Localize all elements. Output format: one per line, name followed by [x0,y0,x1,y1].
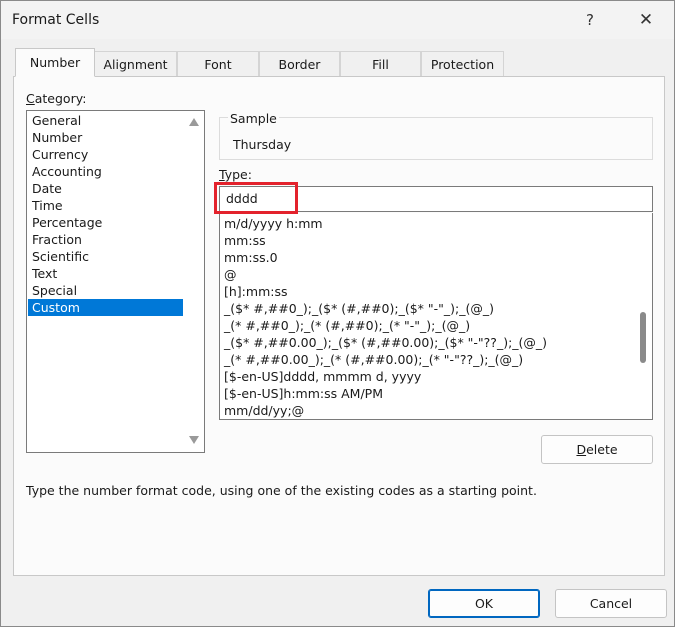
category-scrollbar[interactable] [184,111,204,452]
category-item-custom[interactable]: Custom [28,299,183,316]
category-item-currency[interactable]: Currency [28,146,183,163]
title-bar: Format Cells ? ✕ [1,1,674,39]
type-list-item[interactable]: [$-en-US]dddd, mmmm d, yyyy [224,368,421,385]
category-item-fraction[interactable]: Fraction [28,231,183,248]
tab-alignment[interactable]: Alignment [94,51,177,76]
scroll-down-icon[interactable] [189,436,199,444]
category-item-number[interactable]: Number [28,129,183,146]
type-list-item[interactable]: m/d/yyyy h:mm [224,215,323,232]
cancel-button[interactable]: Cancel [555,589,667,618]
help-button[interactable]: ? [567,6,613,34]
type-list-item[interactable]: mm:ss [224,232,266,249]
category-item-time[interactable]: Time [28,197,183,214]
type-list-item[interactable]: [$-en-US]h:mm:ss AM/PM [224,385,383,402]
format-cells-dialog: Format Cells ? ✕ Number Alignment Font Bord… [0,0,675,627]
type-input-highlight [214,182,298,214]
type-list-item[interactable]: _(* #,##0_);_(* (#,##0);_(* "-"_);_(@_) [224,317,470,334]
category-item-percentage[interactable]: Percentage [28,214,183,231]
type-list-item[interactable]: mm/dd/yy;@ [224,402,304,419]
type-list-scroll-thumb[interactable] [640,312,646,363]
category-item-accounting[interactable]: Accounting [28,163,183,180]
type-list-item[interactable]: _($* #,##0.00_);_($* (#,##0.00);_($* "-"… [224,334,547,351]
tab-fill[interactable]: Fill [340,51,421,76]
ok-button[interactable]: OK [428,589,540,618]
type-list-item[interactable]: mm:ss.0 [224,249,278,266]
tab-border[interactable]: Border [259,51,340,76]
type-label: Type: [219,167,252,182]
category-item-scientific[interactable]: Scientific [28,248,183,265]
category-item-special[interactable]: Special [28,282,183,299]
tab-font[interactable]: Font [177,51,259,76]
tab-number[interactable]: Number [15,48,95,77]
type-list-item[interactable]: _(* #,##0.00_);_(* (#,##0.00);_(* "-"??_… [224,351,523,368]
delete-button[interactable]: Delete [541,435,653,464]
category-item-text[interactable]: Text [28,265,183,282]
category-listbox[interactable]: General Number Currency Accounting Date Time P… [26,110,205,453]
category-label: Category: [26,91,87,106]
type-list-item[interactable]: @ [224,266,237,283]
sample-value: Thursday [233,137,292,152]
category-item-date[interactable]: Date [28,180,183,197]
scroll-up-icon[interactable] [189,118,199,126]
hint-text: Type the number format code, using one o… [26,483,537,498]
close-icon[interactable]: ✕ [623,6,669,34]
sample-label: Sample [228,111,279,126]
type-list-item[interactable]: _($* #,##0_);_($* (#,##0);_($* "-"_);_(@… [224,300,494,317]
dialog-title: Format Cells [12,12,100,28]
type-list-item[interactable]: [h]:mm:ss [224,283,287,300]
type-list-scrollbar[interactable] [634,213,652,419]
type-format-list[interactable]: m/d/yyyy h:mm mm:ss mm:ss.0 @ [h]:mm:ss _($* … [219,213,653,420]
tab-protection[interactable]: Protection [421,51,504,76]
category-item-general[interactable]: General [28,112,183,129]
